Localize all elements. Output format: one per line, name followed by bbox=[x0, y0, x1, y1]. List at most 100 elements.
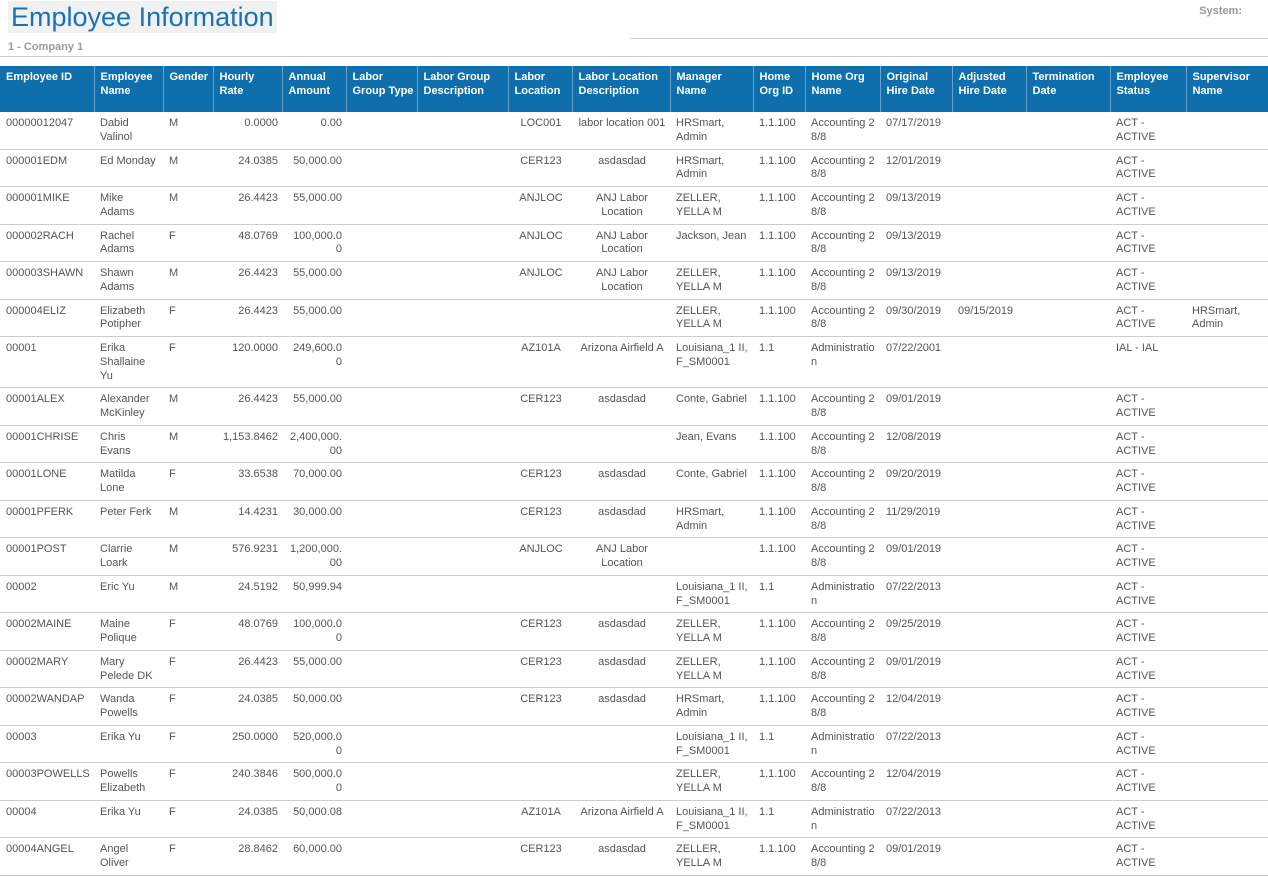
cell-original_hire_date: 12/04/2019 bbox=[880, 688, 952, 726]
cell-hourly_rate: 33.6538 bbox=[213, 463, 282, 501]
cell-supervisor_name bbox=[1186, 613, 1268, 651]
cell-employee_status: ACT - ACTIVE bbox=[1110, 388, 1186, 426]
cell-employee_name: Angel Oliver bbox=[94, 838, 163, 876]
cell-adjusted_hire_date bbox=[952, 337, 1026, 388]
cell-employee_name: Chris Evans bbox=[94, 425, 163, 463]
cell-labor_group_type bbox=[346, 299, 417, 337]
cell-labor_group_description bbox=[417, 149, 508, 187]
cell-employee_id: 000002RACH bbox=[0, 224, 94, 262]
cell-labor_group_description bbox=[417, 688, 508, 726]
cell-gender: M bbox=[163, 187, 213, 225]
cell-manager_name: ZELLER, YELLA M bbox=[670, 613, 753, 651]
cell-labor_group_description bbox=[417, 112, 508, 149]
cell-home_org_id: 1.1.100 bbox=[753, 262, 805, 300]
cell-home_org_name: Administration bbox=[805, 725, 880, 763]
cell-annual_amount: 100,000.00 bbox=[282, 224, 346, 262]
cell-labor_group_description bbox=[417, 187, 508, 225]
cell-labor_group_description bbox=[417, 262, 508, 300]
cell-employee_id: 000003SHAWN bbox=[0, 262, 94, 300]
cell-supervisor_name bbox=[1186, 688, 1268, 726]
cell-home_org_name: Accounting 2 8/8 bbox=[805, 425, 880, 463]
cell-annual_amount: 500,000.00 bbox=[282, 763, 346, 801]
cell-termination_date bbox=[1026, 763, 1110, 801]
cell-home_org_name: Accounting 2 8/8 bbox=[805, 763, 880, 801]
cell-hourly_rate: 26.4423 bbox=[213, 262, 282, 300]
cell-labor_group_type bbox=[346, 800, 417, 838]
cell-hourly_rate: 120.0000 bbox=[213, 337, 282, 388]
cell-supervisor_name bbox=[1186, 538, 1268, 576]
cell-supervisor_name bbox=[1186, 463, 1268, 501]
cell-labor_location_description: asdasdad bbox=[572, 613, 670, 651]
cell-hourly_rate: 14.4231 bbox=[213, 500, 282, 538]
cell-adjusted_hire_date bbox=[952, 500, 1026, 538]
cell-annual_amount: 30,000.00 bbox=[282, 500, 346, 538]
cell-annual_amount: 60,000.00 bbox=[282, 838, 346, 876]
cell-adjusted_hire_date bbox=[952, 538, 1026, 576]
cell-labor_group_type bbox=[346, 725, 417, 763]
cell-manager_name: Louisiana_1 II, F_SM0001 bbox=[670, 337, 753, 388]
cell-termination_date bbox=[1026, 613, 1110, 651]
cell-original_hire_date: 09/01/2019 bbox=[880, 388, 952, 426]
cell-original_hire_date: 12/04/2019 bbox=[880, 763, 952, 801]
cell-gender: M bbox=[163, 149, 213, 187]
cell-employee_status: IAL - IAL bbox=[1110, 337, 1186, 388]
cell-employee_id: 00001PFERK bbox=[0, 500, 94, 538]
cell-annual_amount: 50,000.00 bbox=[282, 149, 346, 187]
cell-original_hire_date: 07/22/2001 bbox=[880, 337, 952, 388]
cell-supervisor_name bbox=[1186, 725, 1268, 763]
cell-employee_id: 00001 bbox=[0, 337, 94, 388]
cell-employee_name: Ed Monday bbox=[94, 149, 163, 187]
cell-annual_amount: 55,000.00 bbox=[282, 262, 346, 300]
cell-termination_date bbox=[1026, 688, 1110, 726]
cell-employee_id: 00001LONE bbox=[0, 463, 94, 501]
cell-home_org_id: 1.1.100 bbox=[753, 388, 805, 426]
table-row: 00000012047Dabid ValinolM0.00000.00LOC00… bbox=[0, 112, 1268, 149]
cell-employee_id: 00002MARY bbox=[0, 650, 94, 688]
cell-employee_id: 000001MIKE bbox=[0, 187, 94, 225]
cell-home_org_name: Accounting 2 8/8 bbox=[805, 262, 880, 300]
cell-adjusted_hire_date bbox=[952, 575, 1026, 613]
table-row: 00001CHRISEChris EvansM1,153.84622,400,0… bbox=[0, 425, 1268, 463]
cell-labor_group_description bbox=[417, 224, 508, 262]
cell-manager_name: Louisiana_1 II, F_SM0001 bbox=[670, 725, 753, 763]
cell-labor_location_description bbox=[572, 763, 670, 801]
cell-supervisor_name bbox=[1186, 337, 1268, 388]
cell-employee_status: ACT - ACTIVE bbox=[1110, 299, 1186, 337]
cell-supervisor_name bbox=[1186, 262, 1268, 300]
cell-employee_status: ACT - ACTIVE bbox=[1110, 500, 1186, 538]
cell-employee_id: 00000012047 bbox=[0, 112, 94, 149]
column-header-home_org_name: Home Org Name bbox=[805, 66, 880, 112]
cell-employee_name: Wanda Powells bbox=[94, 688, 163, 726]
cell-labor_location_description: asdasdad bbox=[572, 463, 670, 501]
cell-labor_location: CER123 bbox=[508, 688, 572, 726]
cell-annual_amount: 100,000.00 bbox=[282, 613, 346, 651]
column-header-employee_name: Employee Name bbox=[94, 66, 163, 112]
cell-manager_name: HRSmart, Admin bbox=[670, 688, 753, 726]
cell-termination_date bbox=[1026, 463, 1110, 501]
cell-labor_group_description bbox=[417, 613, 508, 651]
cell-manager_name bbox=[670, 538, 753, 576]
cell-labor_location: CER123 bbox=[508, 500, 572, 538]
cell-gender: F bbox=[163, 688, 213, 726]
cell-home_org_id: 1.1 bbox=[753, 800, 805, 838]
cell-employee_name: Dabid Valinol bbox=[94, 112, 163, 149]
cell-employee_name: Erika Yu bbox=[94, 725, 163, 763]
cell-labor_group_description bbox=[417, 299, 508, 337]
column-header-annual_amount: Annual Amount bbox=[282, 66, 346, 112]
cell-termination_date bbox=[1026, 800, 1110, 838]
cell-hourly_rate: 24.0385 bbox=[213, 149, 282, 187]
cell-labor_location_description: ANJ Labor Location bbox=[572, 187, 670, 225]
cell-labor_location: ANJLOC bbox=[508, 538, 572, 576]
cell-employee_status: ACT - ACTIVE bbox=[1110, 800, 1186, 838]
cell-original_hire_date: 12/01/2019 bbox=[880, 149, 952, 187]
cell-manager_name: Jean, Evans bbox=[670, 425, 753, 463]
cell-gender: F bbox=[163, 763, 213, 801]
cell-employee_status: ACT - ACTIVE bbox=[1110, 463, 1186, 501]
cell-termination_date bbox=[1026, 538, 1110, 576]
system-label: System: bbox=[1199, 5, 1242, 17]
cell-termination_date bbox=[1026, 650, 1110, 688]
cell-manager_name: ZELLER, YELLA M bbox=[670, 838, 753, 876]
cell-adjusted_hire_date bbox=[952, 187, 1026, 225]
cell-labor_group_type bbox=[346, 650, 417, 688]
cell-employee_id: 00003 bbox=[0, 725, 94, 763]
